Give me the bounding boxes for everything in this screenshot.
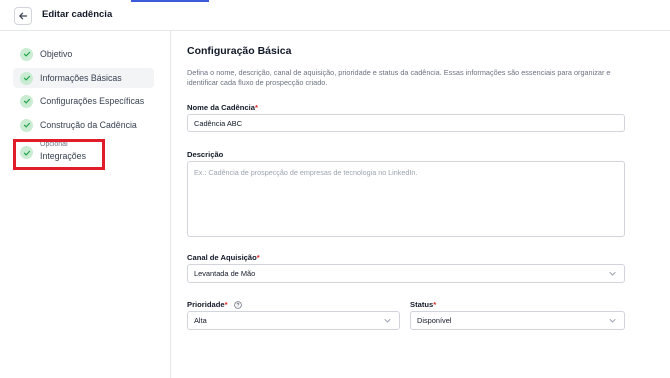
description-placeholder: Ex.: Cadência de prospecção de empresas … [194, 168, 418, 177]
page-title: Editar cadência [42, 9, 113, 20]
cadence-name-value: Cadência ABC [194, 118, 243, 128]
required-mark: * [254, 103, 258, 112]
status-value: Disponível [417, 316, 452, 325]
steps-sidebar: Objetivo Informações Básicas Configuraçõ… [0, 31, 171, 378]
name-label: Nome da Cadência* [187, 103, 258, 112]
check-icon [20, 94, 33, 108]
channel-label: Canal de Aquisição* [187, 253, 260, 262]
description-label: Descrição [187, 150, 224, 159]
priority-label: Prioridade* [187, 300, 242, 309]
status-label: Status* [410, 300, 437, 309]
required-mark: * [224, 300, 228, 309]
step-objetivo[interactable]: Objetivo [13, 44, 154, 64]
step-label: Objetivo [40, 49, 73, 59]
page-header: Editar cadência [0, 0, 670, 31]
check-icon [20, 47, 33, 61]
channel-value: Levantada de Mão [194, 269, 256, 278]
required-mark: * [256, 253, 260, 262]
arrow-left-icon [19, 12, 28, 20]
step-label: Informações Básicas [40, 73, 122, 83]
back-button[interactable] [14, 7, 32, 25]
chevron-down-icon [609, 318, 616, 323]
section-description: Defina o nome, descrição, canal de aquis… [187, 68, 611, 87]
section-title: Configuração Básica [187, 45, 292, 57]
chevron-down-icon [384, 318, 391, 323]
step-label: Construção da Cadência [40, 120, 137, 130]
main-content: Configuração Básica Defina o nome, descr… [171, 31, 670, 378]
priority-value: Alta [194, 316, 207, 325]
step-label: Configurações Específicas [40, 96, 145, 106]
help-circle-icon[interactable] [233, 301, 242, 309]
required-mark: * [433, 300, 437, 309]
description-textarea[interactable]: Ex.: Cadência de prospecção de empresas … [187, 161, 625, 237]
check-icon [20, 71, 33, 85]
status-select[interactable]: Disponível [410, 311, 625, 330]
highlight-annotation [13, 139, 105, 170]
channel-select[interactable]: Levantada de Mão [187, 264, 625, 283]
cadence-name-input[interactable]: Cadência ABC [187, 114, 625, 132]
step-configuracoes-especificas[interactable]: Configurações Específicas [13, 91, 154, 111]
priority-select[interactable]: Alta [187, 311, 400, 330]
chevron-down-icon [609, 271, 616, 276]
check-icon [20, 118, 33, 132]
step-construcao-da-cadencia[interactable]: Construção da Cadência [13, 115, 154, 135]
step-informacoes-basicas[interactable]: Informações Básicas [13, 68, 154, 88]
